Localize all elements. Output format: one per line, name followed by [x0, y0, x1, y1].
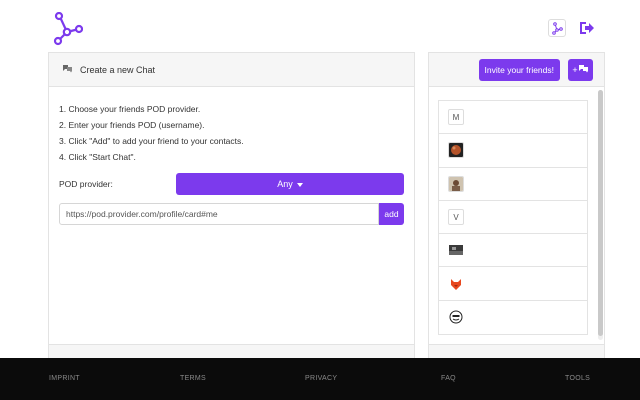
create-chat-title: Create a new Chat — [80, 64, 156, 75]
fox-icon — [448, 276, 464, 292]
footer-link-privacy[interactable]: PRIVACY — [305, 375, 337, 382]
chat-bubbles-icon — [62, 64, 73, 75]
contacts-header: Invite your friends! + — [429, 53, 604, 87]
share-graph-icon[interactable] — [548, 19, 566, 37]
footer-link-imprint[interactable]: IMPRINT — [49, 375, 80, 382]
step-1: 1. Choose your friends POD provider. — [59, 104, 201, 114]
pod-provider-value: Any — [277, 179, 293, 189]
avatar — [448, 309, 464, 325]
avatar — [448, 242, 464, 258]
contact-item[interactable] — [439, 234, 587, 268]
site-footer: IMPRINT TERMS PRIVACY FAQ TOOLS — [0, 358, 640, 400]
add-contact-button[interactable]: add — [379, 203, 404, 225]
new-chat-button[interactable]: + — [568, 58, 593, 81]
plus-label: + — [572, 64, 578, 75]
avatar — [448, 175, 464, 192]
scrollbar-thumb[interactable] — [598, 90, 603, 336]
instructions: 1. Choose your friends POD provider. 2. … — [49, 87, 414, 165]
pod-url-input[interactable]: https://pod.provider.com/profile/card#me — [59, 203, 379, 225]
step-3: 3. Click "Add" to add your friend to you… — [59, 136, 244, 146]
step-2: 2. Enter your friends POD (username). — [59, 120, 205, 130]
step-4: 4. Click "Start Chat". — [59, 152, 136, 162]
contact-item[interactable] — [439, 134, 587, 168]
contact-list: M V — [438, 100, 588, 336]
footer-link-faq[interactable]: FAQ — [441, 375, 456, 382]
avatar: M — [448, 109, 464, 126]
logout-icon[interactable] — [578, 19, 596, 37]
pod-provider-dropdown[interactable]: Any — [176, 173, 404, 195]
create-chat-panel: Create a new Chat 1. Choose your friends… — [48, 52, 415, 362]
contact-item[interactable]: M — [439, 101, 587, 135]
avatar — [448, 142, 464, 159]
contact-item[interactable]: V — [439, 201, 587, 235]
caret-down-icon — [296, 179, 303, 189]
app-logo-icon[interactable] — [53, 11, 84, 46]
create-chat-header: Create a new Chat — [49, 53, 414, 87]
contacts-panel: Invite your friends! + M V — [428, 52, 605, 362]
pod-provider-label: POD provider: — [59, 179, 113, 189]
avatar: V — [448, 209, 464, 226]
contact-item[interactable] — [439, 301, 587, 334]
contact-list-scrollbar[interactable] — [598, 90, 603, 340]
invite-friends-button[interactable]: Invite your friends! — [478, 58, 560, 81]
footer-link-terms[interactable]: TERMS — [180, 375, 206, 382]
contact-item[interactable] — [439, 267, 587, 301]
chat-bubbles-icon — [578, 64, 589, 75]
footer-link-tools[interactable]: TOOLS — [565, 375, 590, 382]
contact-item[interactable] — [439, 168, 587, 201]
